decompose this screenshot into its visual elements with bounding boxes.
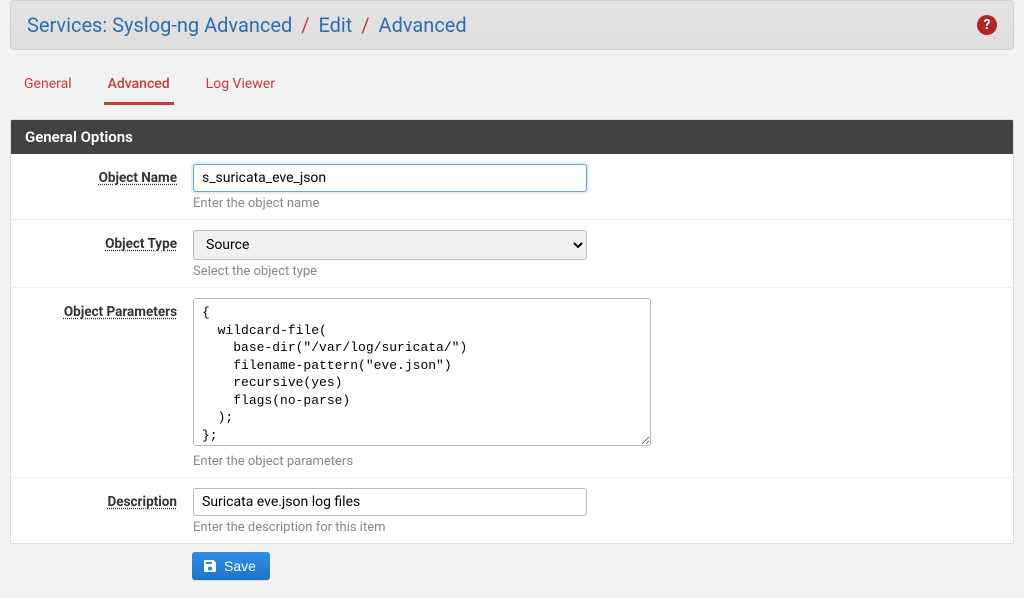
breadcrumb-root[interactable]: Services: Syslog-ng Advanced <box>27 13 292 37</box>
description-input[interactable] <box>193 488 587 516</box>
breadcrumb-sep: / <box>301 13 309 37</box>
tab-advanced[interactable]: Advanced <box>104 68 174 105</box>
save-icon <box>202 558 218 574</box>
object-parameters-textarea[interactable]: { wildcard-file( base-dir("/var/log/suri… <box>193 298 651 446</box>
object-name-input[interactable] <box>193 164 587 192</box>
tab-general[interactable]: General <box>20 68 76 105</box>
help-description: Enter the description for this item <box>193 520 587 535</box>
breadcrumb-sep: / <box>361 13 369 37</box>
breadcrumb-edit[interactable]: Edit <box>318 13 352 37</box>
help-object-type: Select the object type <box>193 264 587 279</box>
label-object-parameters: Object Parameters <box>64 304 177 320</box>
label-object-name: Object Name <box>99 170 177 186</box>
save-button-label: Save <box>224 558 256 574</box>
page-header: Services: Syslog-ng Advanced / Edit / Ad… <box>10 0 1014 50</box>
help-icon[interactable]: ? <box>977 15 997 35</box>
help-object-name: Enter the object name <box>193 196 587 211</box>
row-object-name: Object Name Enter the object name <box>11 154 1013 220</box>
object-type-select[interactable]: Source <box>193 230 587 260</box>
save-button[interactable]: Save <box>192 552 270 580</box>
button-row: Save <box>10 544 1014 588</box>
row-description: Description Enter the description for th… <box>11 478 1013 543</box>
label-description: Description <box>108 494 177 510</box>
breadcrumb-advanced[interactable]: Advanced <box>379 13 467 37</box>
help-object-parameters: Enter the object parameters <box>193 454 651 469</box>
label-object-type: Object Type <box>105 236 177 252</box>
tabs: General Advanced Log Viewer <box>10 68 1014 105</box>
general-options-card: General Options Object Name Enter the ob… <box>10 119 1014 544</box>
row-object-type: Object Type Source Select the object typ… <box>11 220 1013 288</box>
card-heading: General Options <box>11 120 1013 154</box>
tab-log-viewer[interactable]: Log Viewer <box>202 68 279 105</box>
breadcrumb: Services: Syslog-ng Advanced / Edit / Ad… <box>27 13 467 37</box>
row-object-parameters: Object Parameters { wildcard-file( base-… <box>11 288 1013 478</box>
